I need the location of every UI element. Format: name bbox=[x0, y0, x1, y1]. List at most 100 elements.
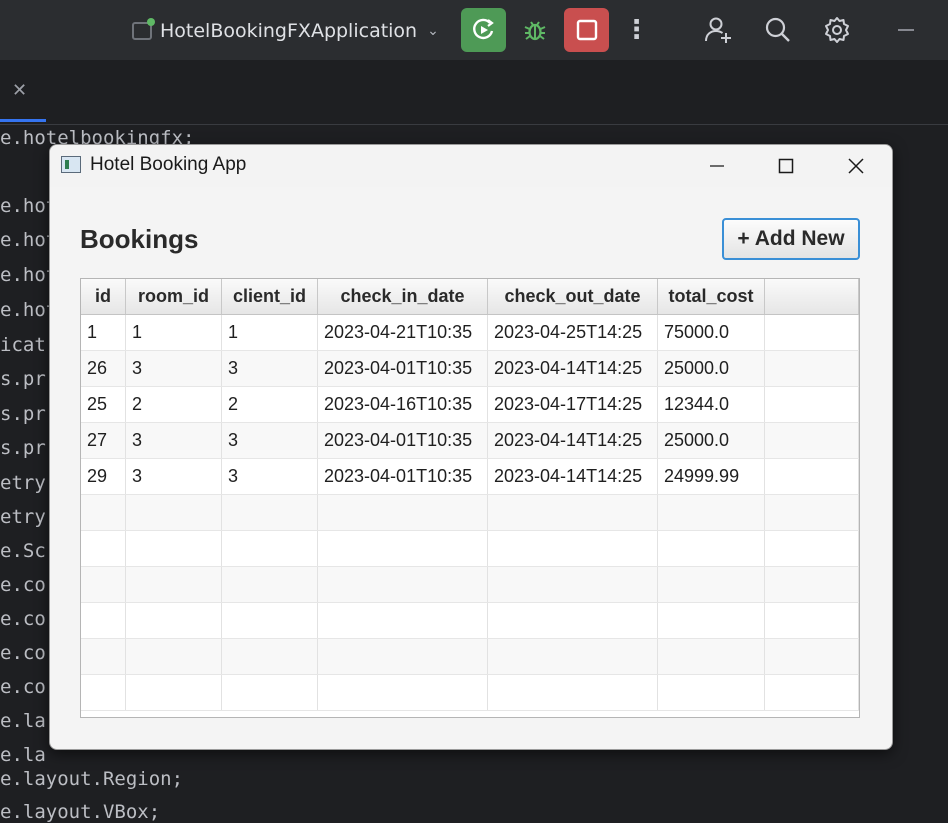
code-line: icat bbox=[0, 334, 46, 356]
table-cell bbox=[318, 639, 488, 674]
table-cell: 2023-04-01T10:35 bbox=[318, 423, 488, 458]
table-cell bbox=[222, 603, 318, 638]
table-row[interactable]: 25 2 2 2023-04-16T10:35 2023-04-17T14:25 1234… bbox=[81, 387, 859, 423]
settings-button[interactable] bbox=[819, 12, 855, 48]
table-header: id room_id client_id check_in_date check_out… bbox=[81, 279, 859, 315]
rerun-button[interactable] bbox=[461, 8, 506, 52]
window-close-button[interactable] bbox=[821, 145, 891, 187]
code-line: e.la bbox=[0, 710, 46, 732]
table-row[interactable]: 26 3 3 2023-04-01T10:35 2023-04-14T14:25 2500… bbox=[81, 351, 859, 387]
table-cell bbox=[318, 603, 488, 638]
table-cell bbox=[765, 387, 859, 422]
table-cell bbox=[318, 531, 488, 566]
table-cell bbox=[318, 567, 488, 602]
column-header[interactable]: total_cost bbox=[658, 279, 765, 314]
table-cell: 3 bbox=[222, 459, 318, 494]
table-cell: 2023-04-16T10:35 bbox=[318, 387, 488, 422]
table-row[interactable]: 29 3 3 2023-04-01T10:35 2023-04-14T14:25 2499… bbox=[81, 459, 859, 495]
table-cell bbox=[81, 675, 126, 710]
code-line: s.pr bbox=[0, 437, 46, 459]
table-cell: 26 bbox=[81, 351, 126, 386]
window-minimize-button[interactable] bbox=[682, 145, 752, 187]
table-cell bbox=[488, 567, 658, 602]
table-cell bbox=[126, 675, 222, 710]
table-row[interactable]: 1 1 1 2023-04-21T10:35 2023-04-25T14:25 75000… bbox=[81, 315, 859, 351]
run-configuration-label: HotelBookingFXApplication bbox=[160, 20, 418, 42]
minimize-icon bbox=[898, 29, 914, 31]
code-line: e.co bbox=[0, 676, 46, 698]
more-actions-button[interactable]: ⋮ bbox=[614, 8, 659, 52]
page-title: Bookings bbox=[80, 224, 199, 254]
column-header[interactable]: client_id bbox=[222, 279, 318, 314]
close-icon bbox=[848, 158, 864, 174]
table-cell bbox=[318, 495, 488, 530]
code-line: e.la bbox=[0, 744, 46, 766]
table-cell bbox=[318, 675, 488, 710]
table-cell bbox=[658, 639, 765, 674]
minimize-icon bbox=[710, 165, 724, 167]
table-cell bbox=[488, 495, 658, 530]
app-icon bbox=[61, 156, 81, 173]
column-header[interactable]: check_out_date bbox=[488, 279, 658, 314]
chevron-down-icon: ⌄ bbox=[427, 23, 439, 39]
column-header[interactable] bbox=[765, 279, 859, 314]
table-cell bbox=[126, 567, 222, 602]
maximize-icon bbox=[778, 158, 794, 174]
table-cell bbox=[765, 567, 859, 602]
table-cell bbox=[658, 567, 765, 602]
column-header[interactable]: check_in_date bbox=[318, 279, 488, 314]
table-cell bbox=[765, 459, 859, 494]
table-cell bbox=[765, 531, 859, 566]
add-new-button[interactable]: + Add New bbox=[722, 218, 860, 260]
table-cell: 2023-04-01T10:35 bbox=[318, 459, 488, 494]
vertical-dots-icon: ⋮ bbox=[623, 15, 650, 45]
window-maximize-button[interactable] bbox=[751, 145, 821, 187]
code-line: etry bbox=[0, 472, 46, 494]
empty-table-row bbox=[81, 567, 859, 603]
table-cell: 3 bbox=[222, 351, 318, 386]
code-line: e.layout.VBox; bbox=[0, 801, 161, 823]
run-configuration-selector[interactable]: HotelBookingFXApplication ⌄ bbox=[132, 14, 439, 48]
table-cell bbox=[488, 675, 658, 710]
search-everywhere-button[interactable] bbox=[760, 12, 796, 48]
table-cell bbox=[658, 495, 765, 530]
code-line: s.pr bbox=[0, 368, 46, 390]
table-cell bbox=[222, 567, 318, 602]
table-cell bbox=[765, 423, 859, 458]
table-cell bbox=[488, 639, 658, 674]
table-cell bbox=[765, 639, 859, 674]
bookings-table[interactable]: id room_id client_id check_in_date check_out… bbox=[80, 278, 860, 718]
table-cell bbox=[222, 531, 318, 566]
stop-button[interactable] bbox=[564, 8, 609, 52]
table-cell bbox=[658, 675, 765, 710]
table-cell bbox=[222, 495, 318, 530]
table-cell: 3 bbox=[126, 423, 222, 458]
table-cell: 2023-04-01T10:35 bbox=[318, 351, 488, 386]
table-cell bbox=[488, 603, 658, 638]
debug-button[interactable] bbox=[512, 8, 557, 52]
table-cell: 1 bbox=[81, 315, 126, 350]
table-cell: 1 bbox=[222, 315, 318, 350]
window-titlebar[interactable]: Hotel Booking App bbox=[50, 145, 892, 187]
code-line: e.layout.Region; bbox=[0, 768, 184, 790]
add-user-icon bbox=[705, 17, 731, 43]
search-icon bbox=[765, 17, 790, 42]
table-cell bbox=[126, 531, 222, 566]
table-cell: 3 bbox=[126, 351, 222, 386]
table-cell: 3 bbox=[222, 423, 318, 458]
code-line: e.Sc bbox=[0, 540, 46, 562]
active-tab-indicator bbox=[0, 119, 46, 122]
column-header[interactable]: room_id bbox=[126, 279, 222, 314]
rerun-icon bbox=[472, 18, 494, 40]
table-cell bbox=[126, 639, 222, 674]
table-cell: 25000.0 bbox=[658, 423, 765, 458]
table-cell bbox=[126, 495, 222, 530]
table-cell: 2023-04-25T14:25 bbox=[488, 315, 658, 350]
column-header[interactable]: id bbox=[81, 279, 126, 314]
code-with-me-button[interactable] bbox=[700, 12, 736, 48]
table-cell bbox=[765, 315, 859, 350]
close-tab-icon[interactable]: ✕ bbox=[12, 80, 27, 101]
ide-minimize-button[interactable] bbox=[888, 12, 924, 48]
table-row[interactable]: 27 3 3 2023-04-01T10:35 2023-04-14T14:25 2500… bbox=[81, 423, 859, 459]
empty-table-row bbox=[81, 639, 859, 675]
